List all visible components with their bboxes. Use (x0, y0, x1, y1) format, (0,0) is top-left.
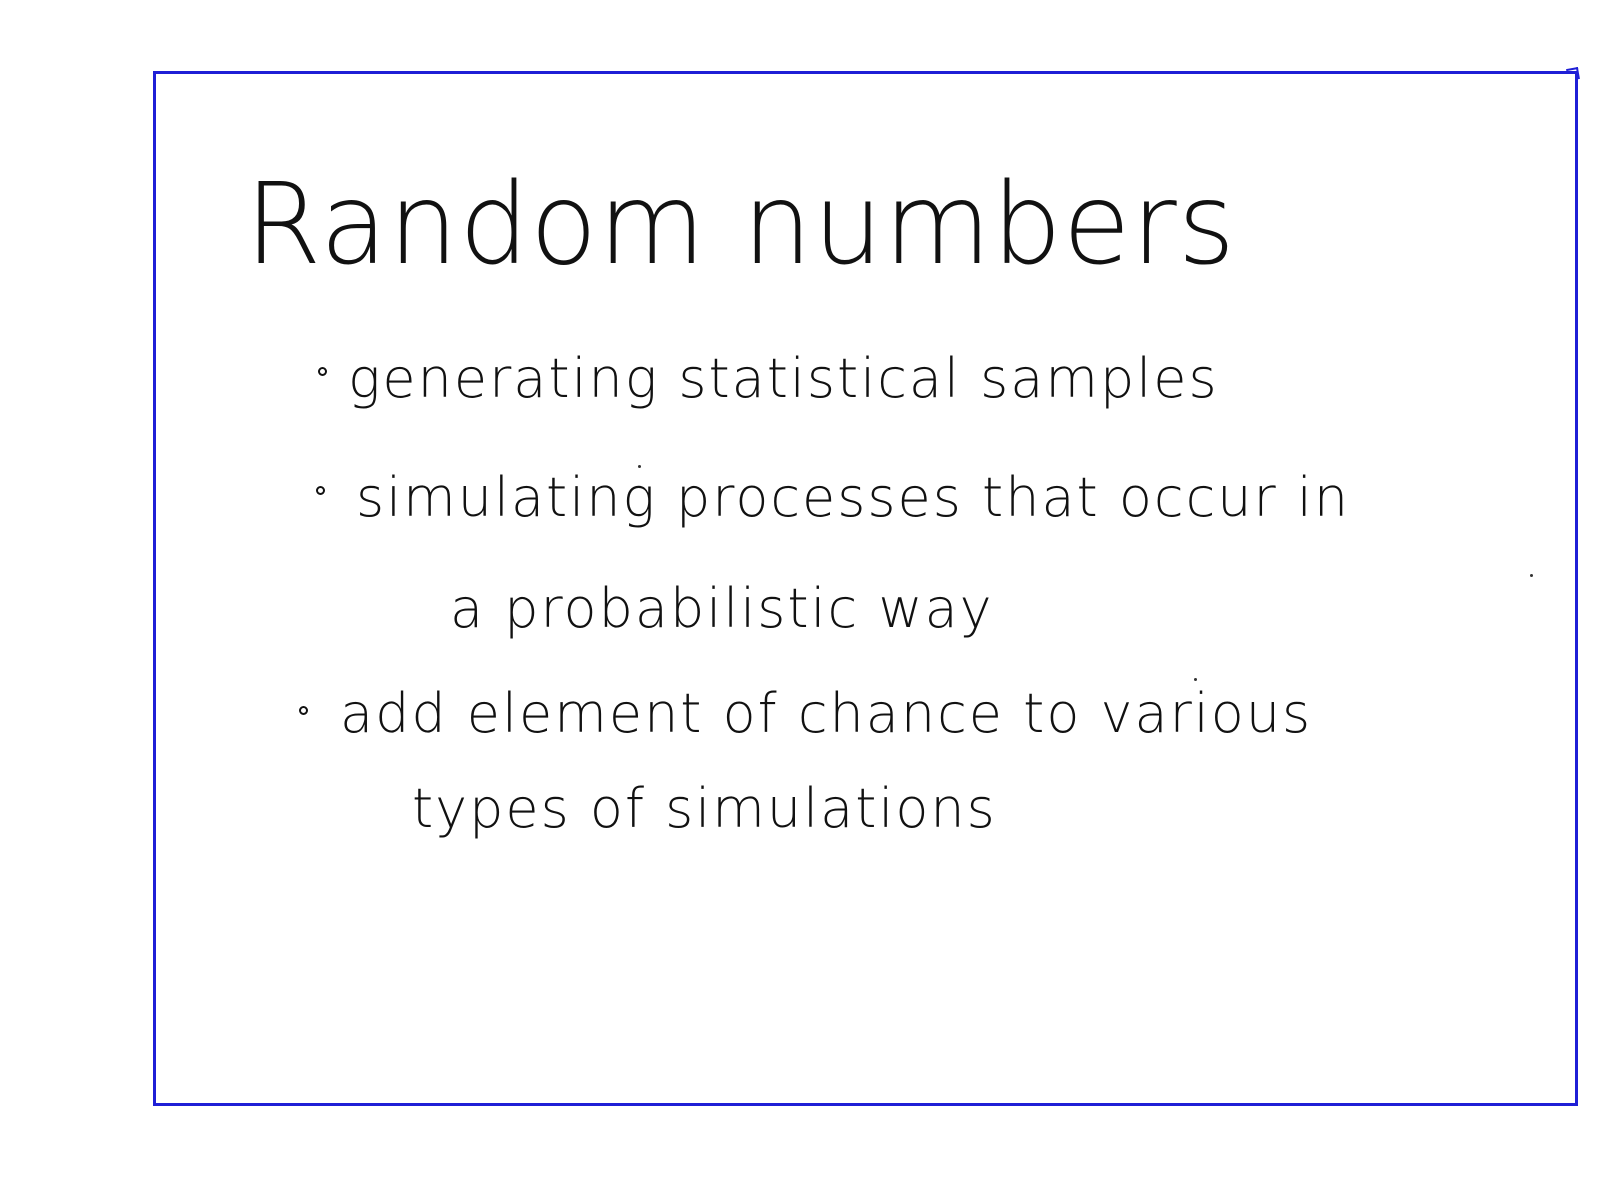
bullet-2-dot (316, 486, 325, 495)
ink-speck (638, 465, 641, 468)
bullet-2-line-1: simulating processes that occur in (356, 466, 1351, 529)
bullet-3-dot (299, 706, 308, 715)
slide-title: Random numbers (245, 158, 1237, 290)
frame-corner-mark (1566, 67, 1580, 81)
ink-speck (1530, 574, 1533, 577)
bullet-1-dot (318, 367, 327, 376)
bullet-3-line-1: add element of chance to various (340, 682, 1313, 745)
ink-speck (1194, 678, 1197, 681)
bullet-2-line-2: a probabilistic way (450, 577, 994, 640)
bullet-3-line-2: types of simulations (412, 777, 997, 840)
bullet-1-line-1: generating statistical samples (348, 347, 1219, 410)
